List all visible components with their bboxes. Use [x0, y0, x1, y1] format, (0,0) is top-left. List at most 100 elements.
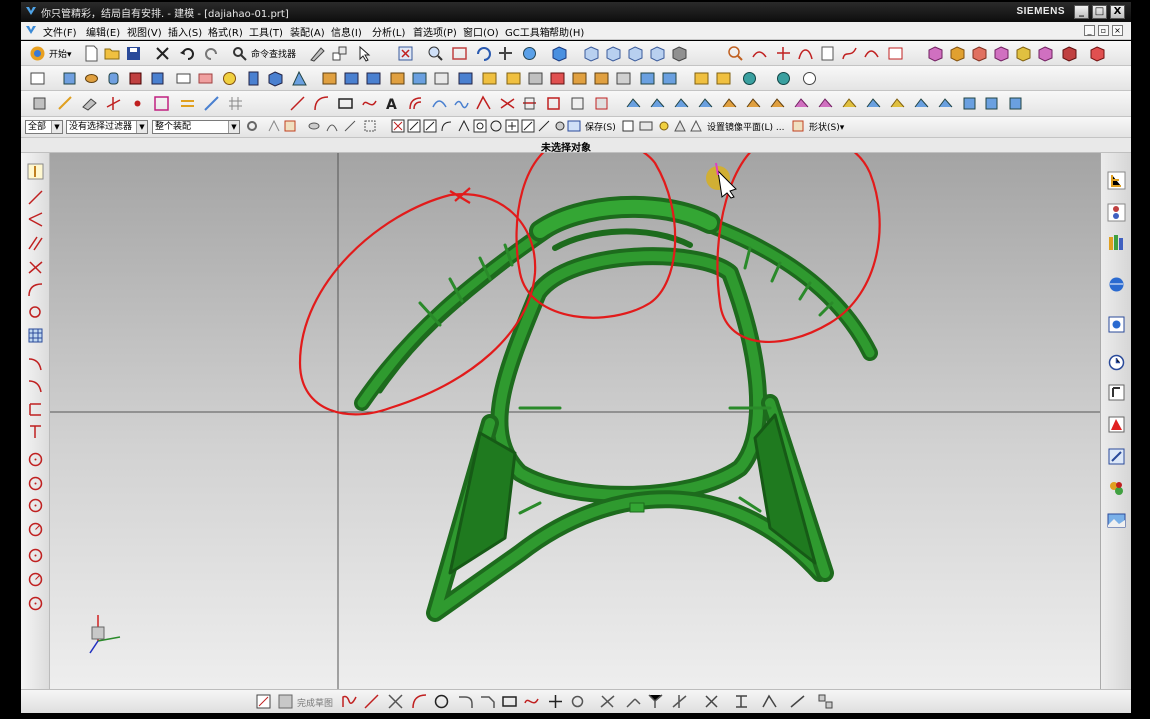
text-icon[interactable]: A: [383, 95, 400, 112]
menu-format[interactable]: 格式(R): [208, 24, 243, 39]
chamfer-icon[interactable]: [411, 70, 428, 87]
snap-on-face-icon[interactable]: [537, 119, 551, 133]
layer-icon[interactable]: [331, 45, 348, 62]
join-curve-icon[interactable]: [453, 95, 470, 112]
select-curve-icon[interactable]: [325, 119, 339, 133]
untrim-icon[interactable]: [937, 95, 954, 112]
extract-curve-icon[interactable]: [545, 95, 562, 112]
thicken-icon[interactable]: [505, 70, 522, 87]
menu-window[interactable]: 窗口(O): [463, 24, 499, 39]
view-iso-icon[interactable]: [649, 45, 666, 62]
cylinder-icon[interactable]: [105, 70, 122, 87]
trim-icon[interactable]: [27, 259, 44, 276]
close-button[interactable]: X: [1110, 5, 1125, 19]
point-cross-icon[interactable]: [775, 45, 792, 62]
circle-dim-icon[interactable]: [27, 547, 44, 564]
n-sided-icon[interactable]: [721, 95, 738, 112]
snap-endpoint-icon[interactable]: [391, 119, 405, 133]
menu-information[interactable]: 信息(I): [331, 24, 362, 39]
offset-curve-icon[interactable]: [569, 693, 586, 710]
selection-scope-select[interactable]: 整个装配 ▼: [152, 120, 240, 134]
dimension-icon[interactable]: [27, 423, 44, 440]
sphere-icon[interactable]: [221, 70, 238, 87]
patch-icon[interactable]: [639, 70, 656, 87]
green-bracket-model[interactable]: [354, 195, 878, 622]
circle-icon[interactable]: [433, 693, 450, 710]
edge-blend-icon[interactable]: [389, 70, 406, 87]
sketch-icon[interactable]: [255, 693, 272, 710]
fillet-icon[interactable]: [457, 693, 474, 710]
subtract-icon[interactable]: [343, 70, 360, 87]
snap-existing-icon[interactable]: [505, 119, 519, 133]
law-extension-icon[interactable]: [865, 95, 882, 112]
snap-line-icon[interactable]: [407, 119, 421, 133]
shell-icon[interactable]: [433, 70, 450, 87]
grid-icon[interactable]: [27, 327, 44, 344]
styled-blend-icon[interactable]: [793, 95, 810, 112]
line-icon[interactable]: [27, 189, 44, 206]
clock-icon[interactable]: [1107, 353, 1126, 372]
project-curve-icon[interactable]: [475, 95, 492, 112]
arc-icon[interactable]: [27, 211, 44, 228]
isoparametric-icon[interactable]: [569, 95, 586, 112]
make-corner-icon[interactable]: [647, 693, 664, 710]
offset-region-icon[interactable]: [801, 70, 818, 87]
snap-curve-icon[interactable]: [439, 119, 453, 133]
cut-icon[interactable]: [154, 45, 171, 62]
zoom-window-icon[interactable]: [451, 45, 468, 62]
i-form-icon[interactable]: [983, 95, 1000, 112]
select-faces-icon[interactable]: [307, 119, 321, 133]
swept-icon[interactable]: [673, 95, 690, 112]
copy-view-icon[interactable]: [621, 119, 635, 133]
curve-icon[interactable]: [27, 355, 44, 372]
hole-icon[interactable]: [127, 70, 144, 87]
pattern-icon[interactable]: [527, 70, 544, 87]
history-icon[interactable]: [1107, 315, 1126, 334]
layout-icon[interactable]: [639, 119, 653, 133]
menu-analysis[interactable]: 分析(L): [372, 24, 405, 39]
snap-point-icon[interactable]: [267, 119, 281, 133]
menu-insert[interactable]: 插入(S): [168, 24, 202, 39]
x-form-icon[interactable]: [961, 95, 978, 112]
curvature-icon[interactable]: [863, 45, 880, 62]
fill-surface-icon[interactable]: [745, 95, 762, 112]
quick-extend-icon[interactable]: [625, 693, 642, 710]
datum-plane-icon[interactable]: [81, 95, 98, 112]
sew-icon[interactable]: [615, 70, 632, 87]
auto-constrain-icon[interactable]: [761, 693, 778, 710]
maximize-button[interactable]: □: [1092, 5, 1107, 19]
split-body-icon[interactable]: [593, 70, 610, 87]
menu-assembly[interactable]: 装配(A): [290, 24, 325, 39]
parallel-icon[interactable]: [27, 235, 44, 252]
material-icon[interactable]: [1107, 383, 1126, 402]
feature-cylinder-icon[interactable]: [949, 45, 966, 62]
feature-blend-icon[interactable]: [1061, 45, 1078, 62]
edit-section-icon[interactable]: [309, 45, 326, 62]
model-canvas[interactable]: [50, 153, 1100, 689]
pull-face-icon[interactable]: [715, 70, 732, 87]
feature-hole-icon[interactable]: [1015, 45, 1032, 62]
command-finder-icon[interactable]: [231, 45, 248, 62]
shaded-cube-icon[interactable]: [551, 45, 568, 62]
bounding-box-icon[interactable]: [153, 95, 170, 112]
start-icon[interactable]: [29, 45, 46, 62]
circle-dim-icon[interactable]: [27, 571, 44, 588]
pocket-icon[interactable]: [175, 70, 192, 87]
redo-icon[interactable]: [203, 45, 220, 62]
rectangle-icon[interactable]: [337, 95, 354, 112]
intersect-curve-icon[interactable]: [499, 95, 516, 112]
snap-center-icon[interactable]: [473, 119, 487, 133]
extrude-icon[interactable]: [61, 70, 78, 87]
light-icon[interactable]: [657, 119, 671, 133]
pan-icon[interactable]: [497, 45, 514, 62]
finish-sketch-button[interactable]: 完成草图: [297, 696, 333, 709]
analysis-magnify-icon[interactable]: [727, 45, 744, 62]
resize-face-icon[interactable]: [775, 70, 792, 87]
measure-icon[interactable]: [203, 95, 220, 112]
offset-curve-icon[interactable]: [407, 95, 424, 112]
snap-intersection-icon[interactable]: [457, 119, 471, 133]
point-icon[interactable]: [547, 693, 564, 710]
minimize-button[interactable]: _: [1074, 5, 1089, 19]
save-button[interactable]: 保存(S): [585, 120, 616, 133]
mirror-feature-icon[interactable]: [549, 70, 566, 87]
